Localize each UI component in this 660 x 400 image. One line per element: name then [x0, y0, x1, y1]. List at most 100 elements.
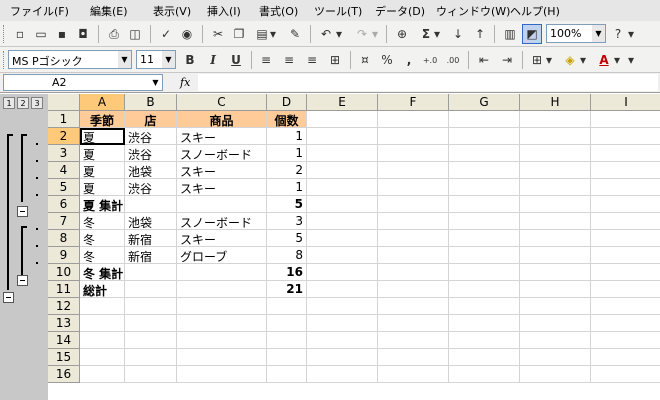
cell-g6[interactable]	[449, 196, 520, 213]
cell-a11[interactable]: 総計	[80, 281, 125, 298]
cell-b5[interactable]: 渋谷	[125, 179, 177, 196]
fill-color-dropdown-icon[interactable]: ▾	[578, 50, 588, 70]
cell-a6[interactable]: 夏 集計	[80, 196, 125, 213]
increase-indent-icon[interactable]: ⇥	[497, 50, 517, 70]
help-icon[interactable]: ?	[608, 24, 628, 44]
paste-dropdown-icon[interactable]: ▾	[268, 24, 278, 44]
font-size-combo[interactable]: 11 ▼	[136, 50, 176, 69]
cell-a2[interactable]: 夏	[80, 128, 125, 145]
cell-g13[interactable]	[449, 315, 520, 332]
row-header-2[interactable]: 2	[48, 128, 80, 145]
cell-a5[interactable]: 夏	[80, 179, 125, 196]
cell-a15[interactable]	[80, 349, 125, 366]
cell-d6[interactable]: 5	[267, 196, 307, 213]
cell-g14[interactable]	[449, 332, 520, 349]
cell-h10[interactable]	[520, 264, 591, 281]
cell-b11[interactable]	[125, 281, 177, 298]
select-all-corner[interactable]	[48, 94, 80, 111]
cell-a16[interactable]	[80, 366, 125, 383]
cell-e9[interactable]	[307, 247, 378, 264]
decrease-decimal-button[interactable]: .00	[443, 50, 463, 70]
cell-e5[interactable]	[307, 179, 378, 196]
cell-c3[interactable]: スノーボード	[177, 145, 267, 162]
cell-d8[interactable]: 5	[267, 230, 307, 247]
cell-c6[interactable]	[177, 196, 267, 213]
cell-i1[interactable]	[591, 111, 660, 128]
cell-h12[interactable]	[520, 298, 591, 315]
cell-c12[interactable]	[177, 298, 267, 315]
cell-d15[interactable]	[267, 349, 307, 366]
merge-center-icon[interactable]: ⊞	[325, 50, 345, 70]
cell-i16[interactable]	[591, 366, 660, 383]
row-header-16[interactable]: 16	[48, 366, 80, 383]
cell-c11[interactable]	[177, 281, 267, 298]
row-header-4[interactable]: 4	[48, 162, 80, 179]
cut-icon[interactable]: ✂	[208, 24, 228, 44]
column-header-b[interactable]: B	[125, 94, 177, 111]
cell-g12[interactable]	[449, 298, 520, 315]
cell-g7[interactable]	[449, 213, 520, 230]
research-icon[interactable]: ◉	[177, 24, 197, 44]
cell-a12[interactable]	[80, 298, 125, 315]
spelling-icon[interactable]: ✓	[156, 24, 176, 44]
cell-f11[interactable]	[378, 281, 449, 298]
column-header-h[interactable]: H	[520, 94, 591, 111]
cell-h7[interactable]	[520, 213, 591, 230]
cell-i8[interactable]	[591, 230, 660, 247]
cell-b12[interactable]	[125, 298, 177, 315]
name-box[interactable]: A2 ▼	[3, 74, 163, 91]
cell-f3[interactable]	[378, 145, 449, 162]
toolbar-grip[interactable]	[3, 51, 6, 69]
chevron-down-icon[interactable]: ▼	[118, 51, 131, 68]
column-header-c[interactable]: C	[177, 94, 267, 111]
cell-b13[interactable]	[125, 315, 177, 332]
open-icon[interactable]: ▭	[31, 24, 51, 44]
align-left-icon[interactable]: ≡	[256, 50, 276, 70]
comma-button[interactable]: ,	[399, 50, 419, 70]
redo-dropdown-icon[interactable]: ▾	[370, 24, 380, 44]
menu-edit[interactable]: 編集(E)	[90, 3, 128, 19]
cell-d3[interactable]: 1	[267, 145, 307, 162]
cell-h13[interactable]	[520, 315, 591, 332]
cell-f14[interactable]	[378, 332, 449, 349]
zoom-combo[interactable]: 100% ▼	[546, 24, 606, 43]
cell-a7[interactable]: 冬	[80, 213, 125, 230]
row-header-10[interactable]: 10	[48, 264, 80, 281]
chevron-down-icon[interactable]: ▼	[162, 51, 175, 68]
cell-f13[interactable]	[378, 315, 449, 332]
cell-i3[interactable]	[591, 145, 660, 162]
outline-level-3-button[interactable]: 3	[31, 97, 43, 109]
font-color-dropdown-icon[interactable]: ▾	[612, 50, 622, 70]
column-header-g[interactable]: G	[449, 94, 520, 111]
cell-i12[interactable]	[591, 298, 660, 315]
cell-e3[interactable]	[307, 145, 378, 162]
row-header-6[interactable]: 6	[48, 196, 80, 213]
cell-f16[interactable]	[378, 366, 449, 383]
cell-b4[interactable]: 池袋	[125, 162, 177, 179]
autosum-dropdown-icon[interactable]: ▾	[432, 24, 442, 44]
cell-c15[interactable]	[177, 349, 267, 366]
cell-f15[interactable]	[378, 349, 449, 366]
menu-tools[interactable]: ツール(T)	[314, 3, 362, 19]
cell-f5[interactable]	[378, 179, 449, 196]
cell-a13[interactable]	[80, 315, 125, 332]
cell-d2[interactable]: 1	[267, 128, 307, 145]
format-painter-icon[interactable]: ✎	[285, 24, 305, 44]
cell-h8[interactable]	[520, 230, 591, 247]
cell-i13[interactable]	[591, 315, 660, 332]
cell-b3[interactable]: 渋谷	[125, 145, 177, 162]
cell-d14[interactable]	[267, 332, 307, 349]
cell-h16[interactable]	[520, 366, 591, 383]
cell-c1[interactable]: 商品	[177, 111, 267, 128]
collapse-winter-button[interactable]	[17, 275, 28, 286]
cell-h4[interactable]	[520, 162, 591, 179]
redo-icon[interactable]: ↷	[352, 24, 372, 44]
column-header-d[interactable]: D	[267, 94, 307, 111]
cell-h3[interactable]	[520, 145, 591, 162]
cell-f2[interactable]	[378, 128, 449, 145]
menu-help[interactable]: ヘルプ(H)	[510, 3, 560, 19]
print-icon[interactable]: ⎙	[104, 24, 124, 44]
cell-h14[interactable]	[520, 332, 591, 349]
cell-d10[interactable]: 16	[267, 264, 307, 281]
row-header-12[interactable]: 12	[48, 298, 80, 315]
